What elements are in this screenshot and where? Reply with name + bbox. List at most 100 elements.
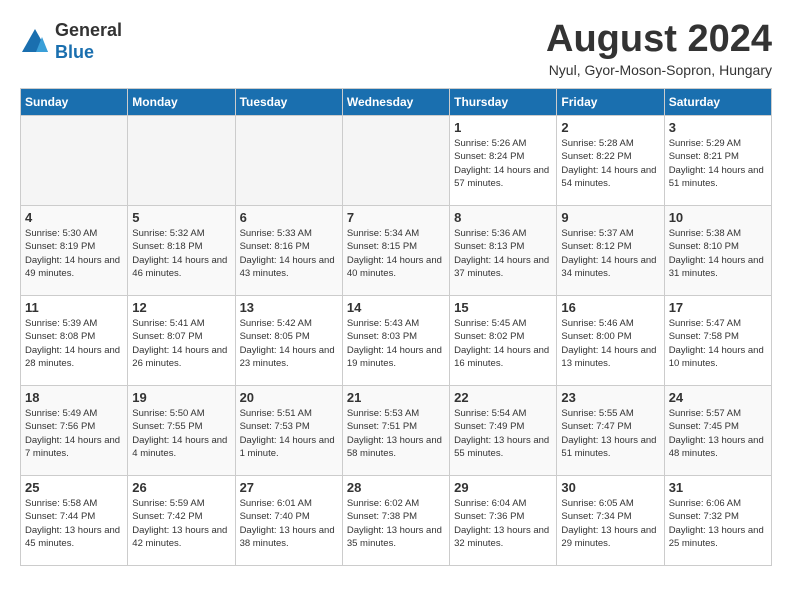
month-title: August 2024 (546, 20, 772, 58)
day-cell: 5 Sunrise: 5:32 AM Sunset: 8:18 PM Daylig… (128, 206, 235, 296)
day-info: Sunrise: 6:06 AM Sunset: 7:32 PM Dayligh… (669, 497, 767, 550)
day-info: Sunrise: 5:37 AM Sunset: 8:12 PM Dayligh… (561, 227, 659, 280)
day-cell (235, 116, 342, 206)
day-info: Sunrise: 5:57 AM Sunset: 7:45 PM Dayligh… (669, 407, 767, 460)
day-info: Sunrise: 5:45 AM Sunset: 8:02 PM Dayligh… (454, 317, 552, 370)
logo-icon (20, 27, 50, 57)
week-row-3: 11 Sunrise: 5:39 AM Sunset: 8:08 PM Dayli… (21, 296, 772, 386)
day-info: Sunrise: 5:53 AM Sunset: 7:51 PM Dayligh… (347, 407, 445, 460)
col-header-wednesday: Wednesday (342, 89, 449, 116)
day-number: 10 (669, 210, 767, 225)
day-info: Sunrise: 5:34 AM Sunset: 8:15 PM Dayligh… (347, 227, 445, 280)
day-number: 25 (25, 480, 123, 495)
day-info: Sunrise: 6:04 AM Sunset: 7:36 PM Dayligh… (454, 497, 552, 550)
day-number: 17 (669, 300, 767, 315)
day-cell: 3 Sunrise: 5:29 AM Sunset: 8:21 PM Daylig… (664, 116, 771, 206)
day-number: 11 (25, 300, 123, 315)
day-info: Sunrise: 5:41 AM Sunset: 8:07 PM Dayligh… (132, 317, 230, 370)
day-info: Sunrise: 5:39 AM Sunset: 8:08 PM Dayligh… (25, 317, 123, 370)
day-info: Sunrise: 5:50 AM Sunset: 7:55 PM Dayligh… (132, 407, 230, 460)
day-cell: 31 Sunrise: 6:06 AM Sunset: 7:32 PM Dayli… (664, 476, 771, 566)
day-number: 23 (561, 390, 659, 405)
day-info: Sunrise: 5:28 AM Sunset: 8:22 PM Dayligh… (561, 137, 659, 190)
week-row-4: 18 Sunrise: 5:49 AM Sunset: 7:56 PM Dayli… (21, 386, 772, 476)
day-cell: 28Sunrise: 6:02 AM Sunset: 7:38 PM Dayli… (342, 476, 449, 566)
day-info: Sunrise: 6:01 AM Sunset: 7:40 PM Dayligh… (240, 497, 338, 550)
day-number: 19 (132, 390, 230, 405)
day-number: 6 (240, 210, 338, 225)
day-cell (342, 116, 449, 206)
day-cell (21, 116, 128, 206)
day-cell: 9 Sunrise: 5:37 AM Sunset: 8:12 PM Daylig… (557, 206, 664, 296)
day-cell: 23Sunrise: 5:55 AM Sunset: 7:47 PM Dayli… (557, 386, 664, 476)
col-header-tuesday: Tuesday (235, 89, 342, 116)
day-number: 26 (132, 480, 230, 495)
day-cell: 26 Sunrise: 5:59 AM Sunset: 7:42 PM Dayli… (128, 476, 235, 566)
day-cell: 29 Sunrise: 6:04 AM Sunset: 7:36 PM Dayli… (450, 476, 557, 566)
location: Nyul, Gyor-Moson-Sopron, Hungary (546, 62, 772, 78)
day-number: 27 (240, 480, 338, 495)
day-number: 2 (561, 120, 659, 135)
day-info: Sunrise: 5:49 AM Sunset: 7:56 PM Dayligh… (25, 407, 123, 460)
day-cell: 21Sunrise: 5:53 AM Sunset: 7:51 PM Dayli… (342, 386, 449, 476)
day-number: 9 (561, 210, 659, 225)
day-number: 28 (347, 480, 445, 495)
day-number: 24 (669, 390, 767, 405)
day-cell: 1 Sunrise: 5:26 AM Sunset: 8:24 PM Daylig… (450, 116, 557, 206)
day-number: 12 (132, 300, 230, 315)
page-header: General Blue August 2024 Nyul, Gyor-Moso… (20, 20, 772, 78)
day-number: 16 (561, 300, 659, 315)
week-row-1: 1 Sunrise: 5:26 AM Sunset: 8:24 PM Daylig… (21, 116, 772, 206)
day-number: 8 (454, 210, 552, 225)
day-number: 5 (132, 210, 230, 225)
day-number: 29 (454, 480, 552, 495)
logo-general: General (55, 20, 122, 42)
col-header-monday: Monday (128, 89, 235, 116)
day-info: Sunrise: 5:33 AM Sunset: 8:16 PM Dayligh… (240, 227, 338, 280)
day-cell: 13Sunrise: 5:42 AM Sunset: 8:05 PM Dayli… (235, 296, 342, 386)
calendar-table: SundayMondayTuesdayWednesdayThursdayFrid… (20, 88, 772, 566)
day-info: Sunrise: 5:36 AM Sunset: 8:13 PM Dayligh… (454, 227, 552, 280)
day-info: Sunrise: 5:46 AM Sunset: 8:00 PM Dayligh… (561, 317, 659, 370)
day-number: 4 (25, 210, 123, 225)
day-cell: 7Sunrise: 5:34 AM Sunset: 8:15 PM Daylig… (342, 206, 449, 296)
day-cell (128, 116, 235, 206)
day-number: 30 (561, 480, 659, 495)
day-number: 13 (240, 300, 338, 315)
col-header-friday: Friday (557, 89, 664, 116)
day-number: 3 (669, 120, 767, 135)
day-info: Sunrise: 5:51 AM Sunset: 7:53 PM Dayligh… (240, 407, 338, 460)
day-cell: 18 Sunrise: 5:49 AM Sunset: 7:56 PM Dayli… (21, 386, 128, 476)
logo-blue: Blue (55, 42, 122, 64)
day-cell: 11 Sunrise: 5:39 AM Sunset: 8:08 PM Dayli… (21, 296, 128, 386)
day-cell: 8 Sunrise: 5:36 AM Sunset: 8:13 PM Daylig… (450, 206, 557, 296)
header-row: SundayMondayTuesdayWednesdayThursdayFrid… (21, 89, 772, 116)
day-cell: 27 Sunrise: 6:01 AM Sunset: 7:40 PM Dayli… (235, 476, 342, 566)
day-info: Sunrise: 5:30 AM Sunset: 8:19 PM Dayligh… (25, 227, 123, 280)
day-info: Sunrise: 5:54 AM Sunset: 7:49 PM Dayligh… (454, 407, 552, 460)
day-cell: 4 Sunrise: 5:30 AM Sunset: 8:19 PM Daylig… (21, 206, 128, 296)
col-header-thursday: Thursday (450, 89, 557, 116)
day-number: 31 (669, 480, 767, 495)
day-info: Sunrise: 5:43 AM Sunset: 8:03 PM Dayligh… (347, 317, 445, 370)
day-info: Sunrise: 6:05 AM Sunset: 7:34 PM Dayligh… (561, 497, 659, 550)
logo: General Blue (20, 20, 122, 63)
day-info: Sunrise: 5:32 AM Sunset: 8:18 PM Dayligh… (132, 227, 230, 280)
day-info: Sunrise: 5:29 AM Sunset: 8:21 PM Dayligh… (669, 137, 767, 190)
day-cell: 19 Sunrise: 5:50 AM Sunset: 7:55 PM Dayli… (128, 386, 235, 476)
day-number: 1 (454, 120, 552, 135)
day-cell: 17Sunrise: 5:47 AM Sunset: 7:58 PM Dayli… (664, 296, 771, 386)
title-section: August 2024 Nyul, Gyor-Moson-Sopron, Hun… (546, 20, 772, 78)
day-info: Sunrise: 5:38 AM Sunset: 8:10 PM Dayligh… (669, 227, 767, 280)
day-cell: 20Sunrise: 5:51 AM Sunset: 7:53 PM Dayli… (235, 386, 342, 476)
day-number: 14 (347, 300, 445, 315)
day-info: Sunrise: 5:59 AM Sunset: 7:42 PM Dayligh… (132, 497, 230, 550)
day-number: 22 (454, 390, 552, 405)
logo-text: General Blue (55, 20, 122, 63)
day-number: 18 (25, 390, 123, 405)
day-cell: 16 Sunrise: 5:46 AM Sunset: 8:00 PM Dayli… (557, 296, 664, 386)
day-info: Sunrise: 5:26 AM Sunset: 8:24 PM Dayligh… (454, 137, 552, 190)
col-header-sunday: Sunday (21, 89, 128, 116)
day-cell: 2 Sunrise: 5:28 AM Sunset: 8:22 PM Daylig… (557, 116, 664, 206)
week-row-5: 25Sunrise: 5:58 AM Sunset: 7:44 PM Dayli… (21, 476, 772, 566)
